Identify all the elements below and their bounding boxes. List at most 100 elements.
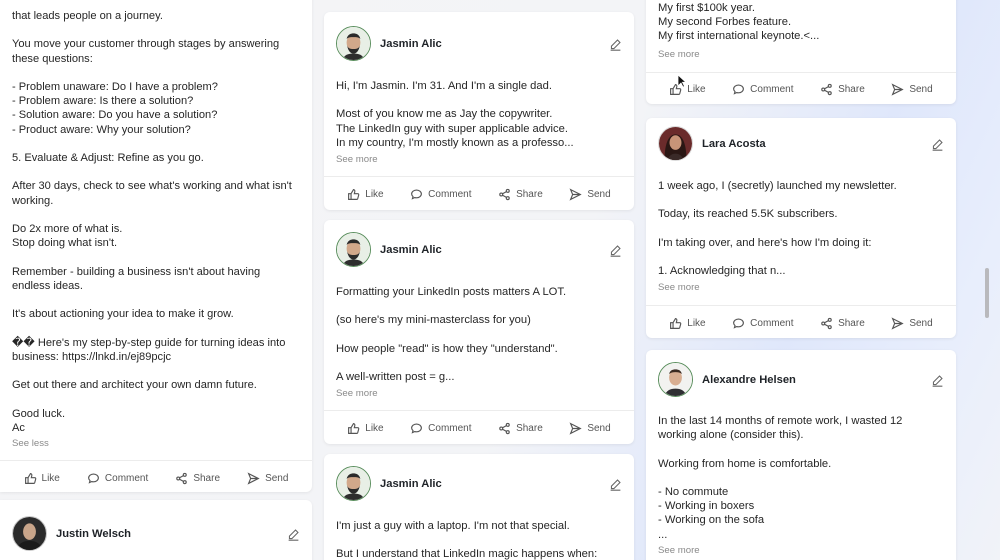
send-button[interactable]: Send [891, 317, 933, 330]
post-body: that leads people on a journey. You move… [12, 10, 292, 434]
author-name: Justin Welsch [56, 527, 132, 540]
like-button[interactable]: Like [669, 317, 706, 330]
post-card: My first $100k year. My second Forbes fe… [646, 0, 956, 104]
see-more-link[interactable]: See more [658, 49, 700, 60]
avatar [336, 26, 371, 61]
share-icon [820, 317, 833, 330]
send-icon [247, 472, 260, 485]
author-name: Jasmin Alic [380, 37, 442, 50]
send-icon [569, 422, 582, 435]
divider [0, 460, 312, 461]
send-icon [891, 317, 904, 330]
share-button[interactable]: Share [498, 188, 543, 201]
comment-label: Comment [750, 83, 794, 95]
like-button[interactable]: Like [347, 422, 384, 435]
share-icon [498, 188, 511, 201]
post-actions: Like Comment Share Send [324, 414, 634, 442]
like-button[interactable]: Like [24, 472, 60, 485]
edit-icon[interactable] [931, 374, 944, 387]
comment-label: Comment [750, 317, 794, 329]
post-card: Lara Acosta 1 week ago, I (secretly) lau… [646, 118, 956, 338]
divider [324, 176, 634, 177]
comment-icon [87, 472, 100, 485]
send-button[interactable]: Send [569, 188, 611, 201]
share-label: Share [193, 472, 221, 484]
comment-button[interactable]: Comment [732, 317, 794, 330]
thumbs-up-icon [347, 422, 360, 435]
like-button[interactable]: Like [669, 83, 706, 96]
author-name: Jasmin Alic [380, 477, 442, 490]
avatar [336, 232, 371, 267]
post-card: Alexandre Helsen In the last 14 months o… [646, 350, 956, 560]
post-actions: Like Comment Share Send [324, 180, 634, 208]
edit-icon[interactable] [931, 138, 944, 151]
comment-button[interactable]: Comment [87, 472, 148, 485]
edit-icon[interactable] [287, 528, 300, 541]
share-button[interactable]: Share [820, 83, 865, 96]
post-card: that leads people on a journey. You move… [0, 0, 312, 492]
comment-label: Comment [428, 188, 472, 200]
scrollbar-thumb[interactable] [985, 268, 989, 318]
see-less-link[interactable]: See less [12, 438, 49, 449]
avatar [12, 516, 47, 551]
post-author[interactable]: Jasmin Alic [336, 232, 442, 267]
like-label: Like [687, 317, 706, 329]
post-actions: Like Comment Share Send [646, 75, 956, 103]
divider [646, 72, 956, 73]
see-more-link[interactable]: See more [658, 545, 700, 556]
edit-icon[interactable] [609, 38, 622, 51]
share-icon [498, 422, 511, 435]
thumbs-up-icon [669, 317, 682, 330]
post-body: Hi, I'm Jasmin. I'm 31. And I'm a single… [336, 80, 574, 149]
see-more-link[interactable]: See more [336, 154, 378, 165]
send-label: Send [265, 472, 289, 484]
send-button[interactable]: Send [891, 83, 933, 96]
comment-icon [732, 317, 745, 330]
avatar [658, 126, 693, 161]
share-button[interactable]: Share [175, 472, 220, 485]
post-author[interactable]: Jasmin Alic [336, 466, 442, 501]
post-body: 1 week ago, I (secretly) launched my new… [658, 180, 897, 278]
share-label: Share [516, 188, 543, 200]
like-label: Like [687, 83, 706, 95]
post-author[interactable]: Lara Acosta [658, 126, 766, 161]
post-author[interactable]: Justin Welsch [12, 516, 131, 551]
post-author[interactable]: Jasmin Alic [336, 26, 442, 61]
share-label: Share [838, 83, 865, 95]
post-author[interactable]: Alexandre Helsen [658, 362, 796, 397]
send-label: Send [587, 188, 611, 200]
avatar [658, 362, 693, 397]
post-body: I'm just a guy with a laptop. I'm not th… [336, 520, 598, 560]
post-card: Jasmin Alic Formatting your LinkedIn pos… [324, 220, 634, 444]
post-body: My first $100k year. My second Forbes fe… [658, 2, 820, 43]
edit-icon[interactable] [609, 244, 622, 257]
send-label: Send [587, 422, 611, 434]
share-button[interactable]: Share [820, 317, 865, 330]
share-label: Share [838, 317, 865, 329]
post-card: Jasmin Alic I'm just a guy with a laptop… [324, 454, 634, 560]
comment-label: Comment [428, 422, 472, 434]
share-icon [820, 83, 833, 96]
author-name: Jasmin Alic [380, 243, 442, 256]
see-more-link[interactable]: See more [658, 282, 700, 293]
divider [646, 305, 956, 306]
comment-button[interactable]: Comment [410, 188, 472, 201]
share-button[interactable]: Share [498, 422, 543, 435]
author-name: Alexandre Helsen [702, 373, 796, 386]
comment-icon [410, 422, 423, 435]
like-button[interactable]: Like [347, 188, 384, 201]
see-more-link[interactable]: See more [336, 388, 378, 399]
send-button[interactable]: Send [569, 422, 611, 435]
avatar [336, 466, 371, 501]
post-actions: Like Comment Share Send [0, 464, 312, 492]
post-card: Justin Welsch [0, 500, 312, 560]
post-card: Jasmin Alic Hi, I'm Jasmin. I'm 31. And … [324, 12, 634, 210]
like-label: Like [365, 188, 384, 200]
send-icon [891, 83, 904, 96]
post-body: Formatting your LinkedIn posts matters A… [336, 286, 567, 384]
comment-button[interactable]: Comment [732, 83, 794, 96]
comment-button[interactable]: Comment [410, 422, 472, 435]
edit-icon[interactable] [609, 478, 622, 491]
mouse-cursor-icon [677, 74, 687, 88]
send-button[interactable]: Send [247, 472, 288, 485]
